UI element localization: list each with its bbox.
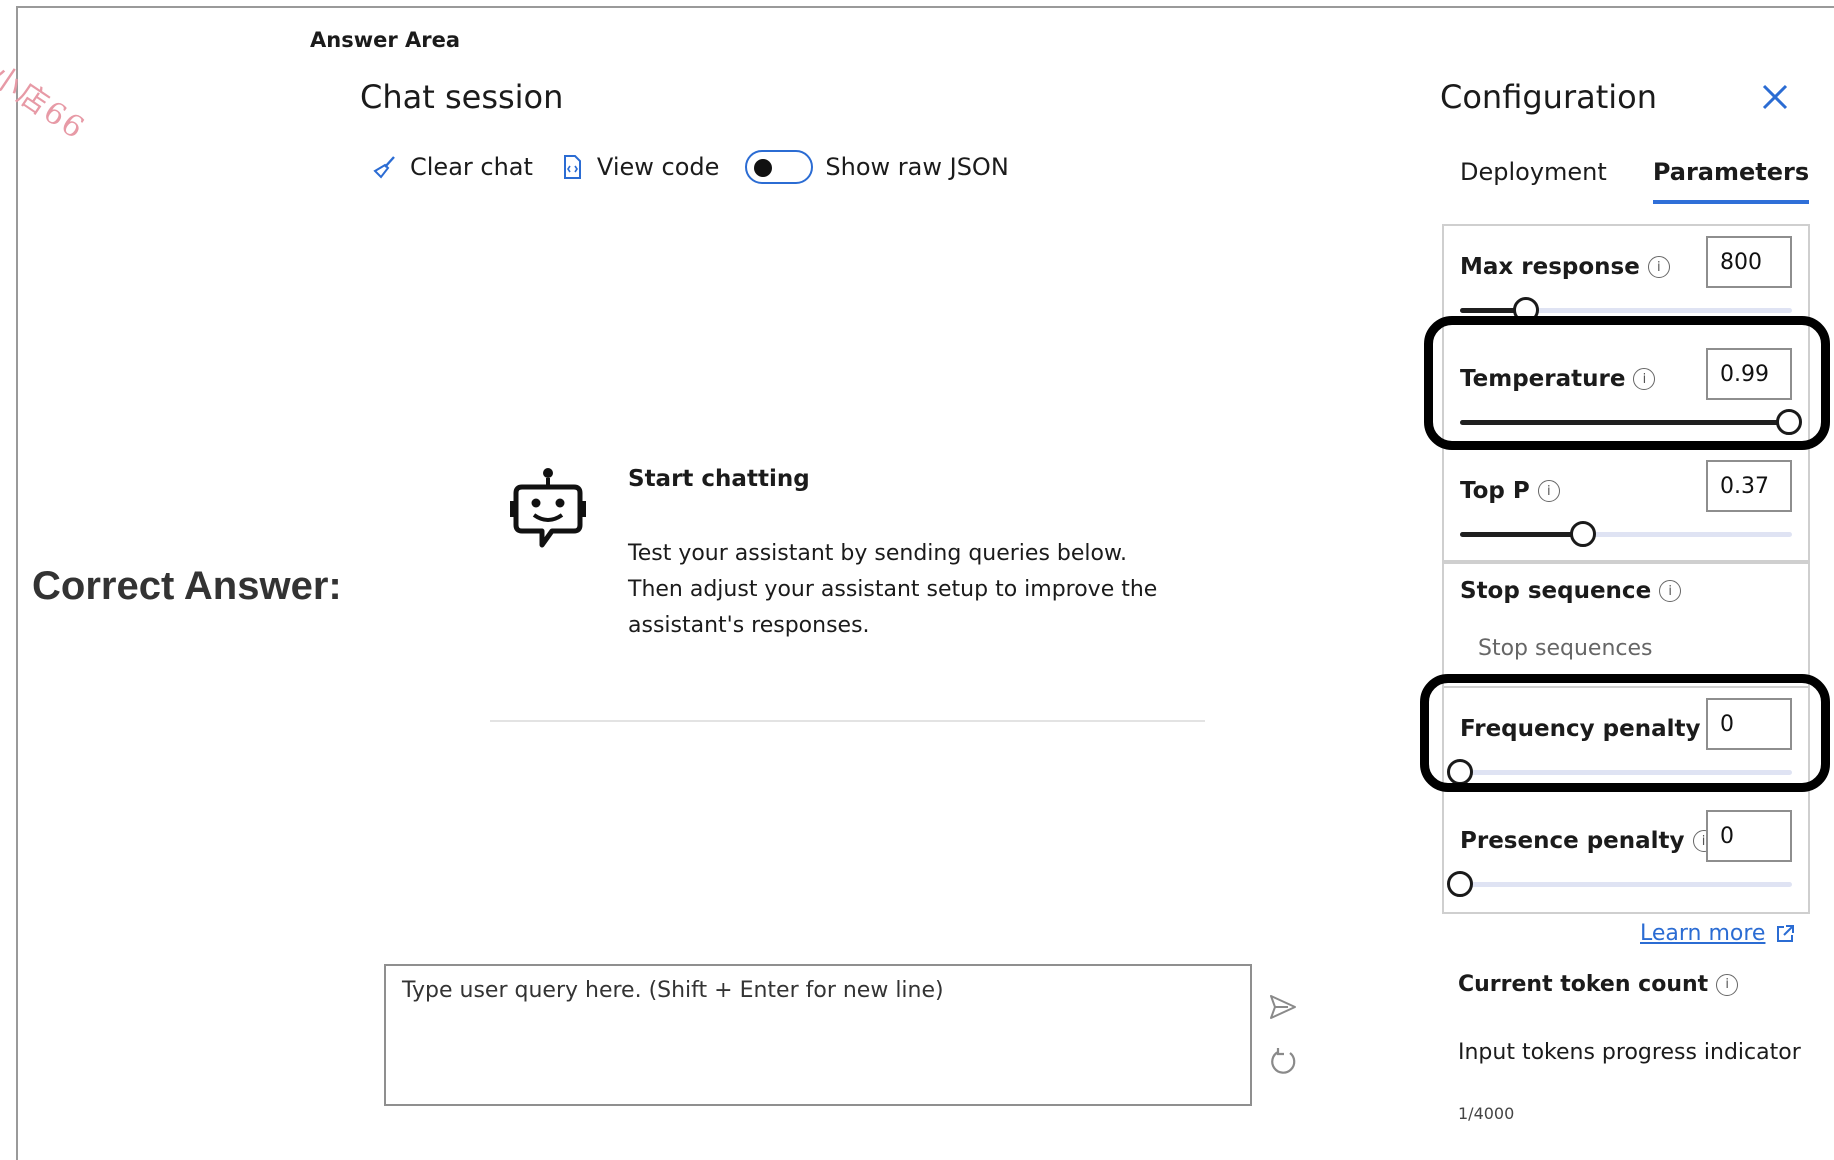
code-file-icon <box>563 155 581 179</box>
show-raw-json-label: Show raw JSON <box>825 153 1009 181</box>
toggle-knob <box>754 159 773 177</box>
info-icon[interactable]: i <box>1659 580 1682 602</box>
broom-icon <box>373 156 395 179</box>
bot-icon <box>510 468 586 548</box>
tab-deployment[interactable]: Deployment <box>1460 158 1607 204</box>
learn-more-link[interactable]: Learn more <box>1640 921 1795 946</box>
max-response-label-row: Max response i <box>1460 254 1670 280</box>
start-chatting-title: Start chatting <box>628 466 810 492</box>
stop-sequence-group: Stop sequence i <box>1442 560 1810 688</box>
presence-penalty-slider[interactable] <box>1447 871 1792 897</box>
chat-divider <box>490 720 1205 722</box>
info-icon[interactable]: i <box>1647 256 1670 278</box>
close-icon[interactable] <box>1760 82 1790 112</box>
clear-chat-button[interactable]: Clear chat <box>372 153 533 181</box>
input-tokens-progress: Input tokens progress indicator <box>1458 1040 1801 1065</box>
slider-fill <box>1460 532 1583 537</box>
top-p-label-row: Top P i <box>1460 478 1560 504</box>
token-count-title-row: Current token count i <box>1458 972 1739 997</box>
answer-area-label: Answer Area <box>310 28 461 52</box>
top-p-label: Top P <box>1460 478 1530 504</box>
frequency-penalty-highlight <box>1420 674 1830 792</box>
clear-chat-label: Clear chat <box>410 153 533 181</box>
correct-answer-label: Correct Answer: <box>32 564 342 608</box>
chat-toolbar: Clear chat View code Show raw JSON <box>372 150 1009 184</box>
chat-session-title: Chat session <box>360 78 564 116</box>
slider-thumb[interactable] <box>1447 871 1473 897</box>
info-icon[interactable]: i <box>1537 480 1560 502</box>
view-code-label: View code <box>596 153 720 181</box>
view-code-button[interactable]: View code <box>559 153 719 181</box>
max-response-input[interactable] <box>1706 236 1792 288</box>
presence-penalty-label: Presence penalty <box>1460 828 1685 854</box>
send-icon[interactable] <box>1268 993 1298 1021</box>
external-link-icon <box>1777 924 1795 942</box>
user-query-input[interactable] <box>384 964 1252 1106</box>
top-p-slider[interactable] <box>1460 521 1792 547</box>
temperature-highlight <box>1424 316 1830 450</box>
token-count-value: 1/4000 <box>1458 1104 1515 1123</box>
info-icon[interactable]: i <box>1716 973 1739 996</box>
show-raw-json-toggle[interactable] <box>745 150 814 184</box>
stop-sequence-label: Stop sequence <box>1460 578 1652 604</box>
stop-sequences-input[interactable] <box>1460 622 1792 674</box>
max-response-label: Max response <box>1460 254 1640 280</box>
token-count-title: Current token count <box>1458 972 1709 997</box>
top-p-param: Top P i <box>1444 450 1808 562</box>
max-response-slider[interactable] <box>1460 297 1792 323</box>
presence-penalty-param: Presence penalty i <box>1444 800 1808 912</box>
configuration-title: Configuration <box>1440 78 1658 116</box>
refresh-icon[interactable] <box>1268 1046 1298 1076</box>
slider-thumb[interactable] <box>1569 521 1596 547</box>
top-p-input[interactable] <box>1706 460 1792 512</box>
start-chatting-description: Test your assistant by sending queries b… <box>628 541 1158 638</box>
presence-penalty-label-row: Presence penalty i <box>1460 828 1715 854</box>
stop-sequence-label-row: Stop sequence i <box>1460 578 1682 604</box>
learn-more-label: Learn more <box>1640 921 1766 946</box>
tab-parameters[interactable]: Parameters <box>1652 158 1810 204</box>
config-tabs: Deployment Parameters <box>1460 158 1834 204</box>
presence-penalty-input[interactable] <box>1706 810 1792 862</box>
